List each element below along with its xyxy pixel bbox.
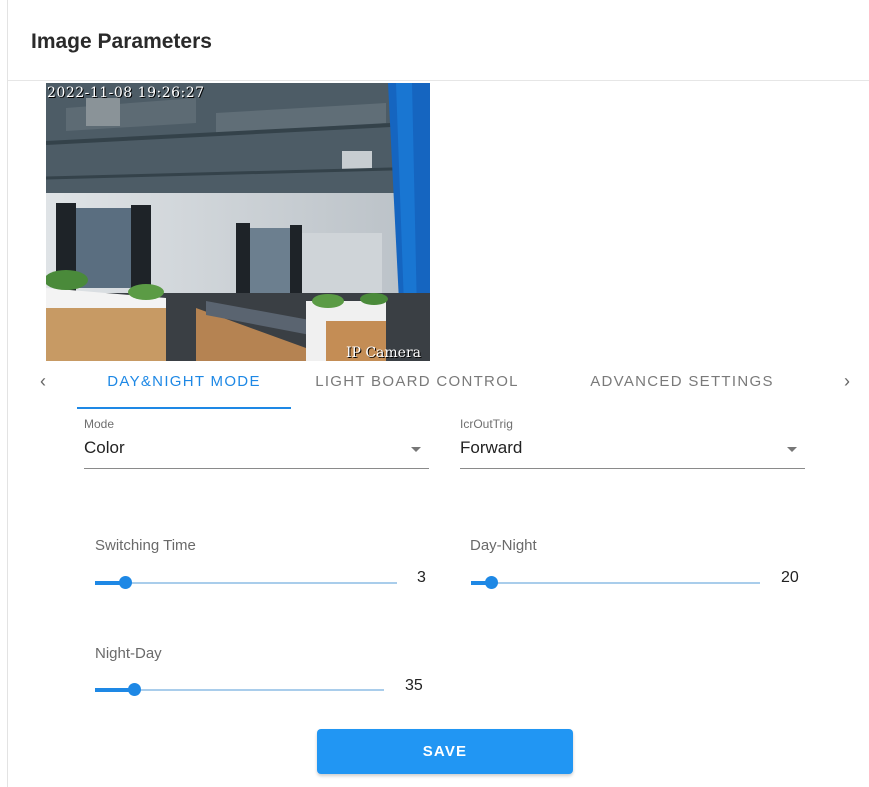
dropdown-arrow-icon [787, 447, 797, 452]
panel-left-border [7, 0, 8, 787]
mode-select[interactable]: Mode Color [84, 417, 429, 473]
switching-time-value: 3 [417, 569, 426, 586]
tab-advanced-settings[interactable]: ADVANCED SETTINGS [564, 362, 800, 400]
mode-value: Color [84, 438, 125, 457]
slider-thumb[interactable] [128, 683, 141, 696]
switching-time-label: Switching Time [95, 537, 196, 554]
day-night-value: 20 [781, 569, 799, 586]
tab-light-board-control[interactable]: LIGHT BOARD CONTROL [296, 362, 538, 400]
page-title: Image Parameters [31, 30, 212, 53]
day-night-label: Day-Night [470, 537, 537, 554]
active-tab-indicator [77, 407, 291, 409]
mode-label: Mode [84, 417, 115, 431]
night-day-slider[interactable] [95, 683, 384, 696]
save-button[interactable]: SAVE [317, 729, 573, 774]
night-day-value: 35 [405, 677, 423, 694]
icrouttrig-label: IcrOutTrig [460, 417, 513, 431]
settings-tabs: ‹ DAY&NIGHT MODE LIGHT BOARD CONTROL ADV… [26, 362, 869, 410]
slider-thumb[interactable] [119, 576, 133, 589]
select-underline [84, 468, 429, 469]
select-underline [460, 468, 805, 469]
title-divider [8, 80, 869, 81]
tab-day-night-mode[interactable]: DAY&NIGHT MODE [77, 362, 291, 400]
chevron-left-icon[interactable]: ‹ [26, 362, 60, 400]
switching-time-slider[interactable] [95, 576, 397, 589]
chevron-right-icon[interactable]: › [830, 362, 864, 400]
icrouttrig-value: Forward [460, 438, 523, 457]
camera-timestamp: 2022-11-08 19:26:27 [47, 85, 205, 101]
slider-thumb[interactable] [485, 576, 499, 589]
camera-scene-image [46, 83, 430, 361]
camera-preview: 2022-11-08 19:26:27 IP Camera [46, 83, 430, 361]
night-day-label: Night-Day [95, 645, 162, 662]
icrouttrig-select[interactable]: IcrOutTrig Forward [460, 417, 805, 473]
camera-overlay-label: IP Camera [345, 345, 421, 361]
dropdown-arrow-icon [411, 447, 421, 452]
day-night-slider[interactable] [471, 576, 760, 589]
